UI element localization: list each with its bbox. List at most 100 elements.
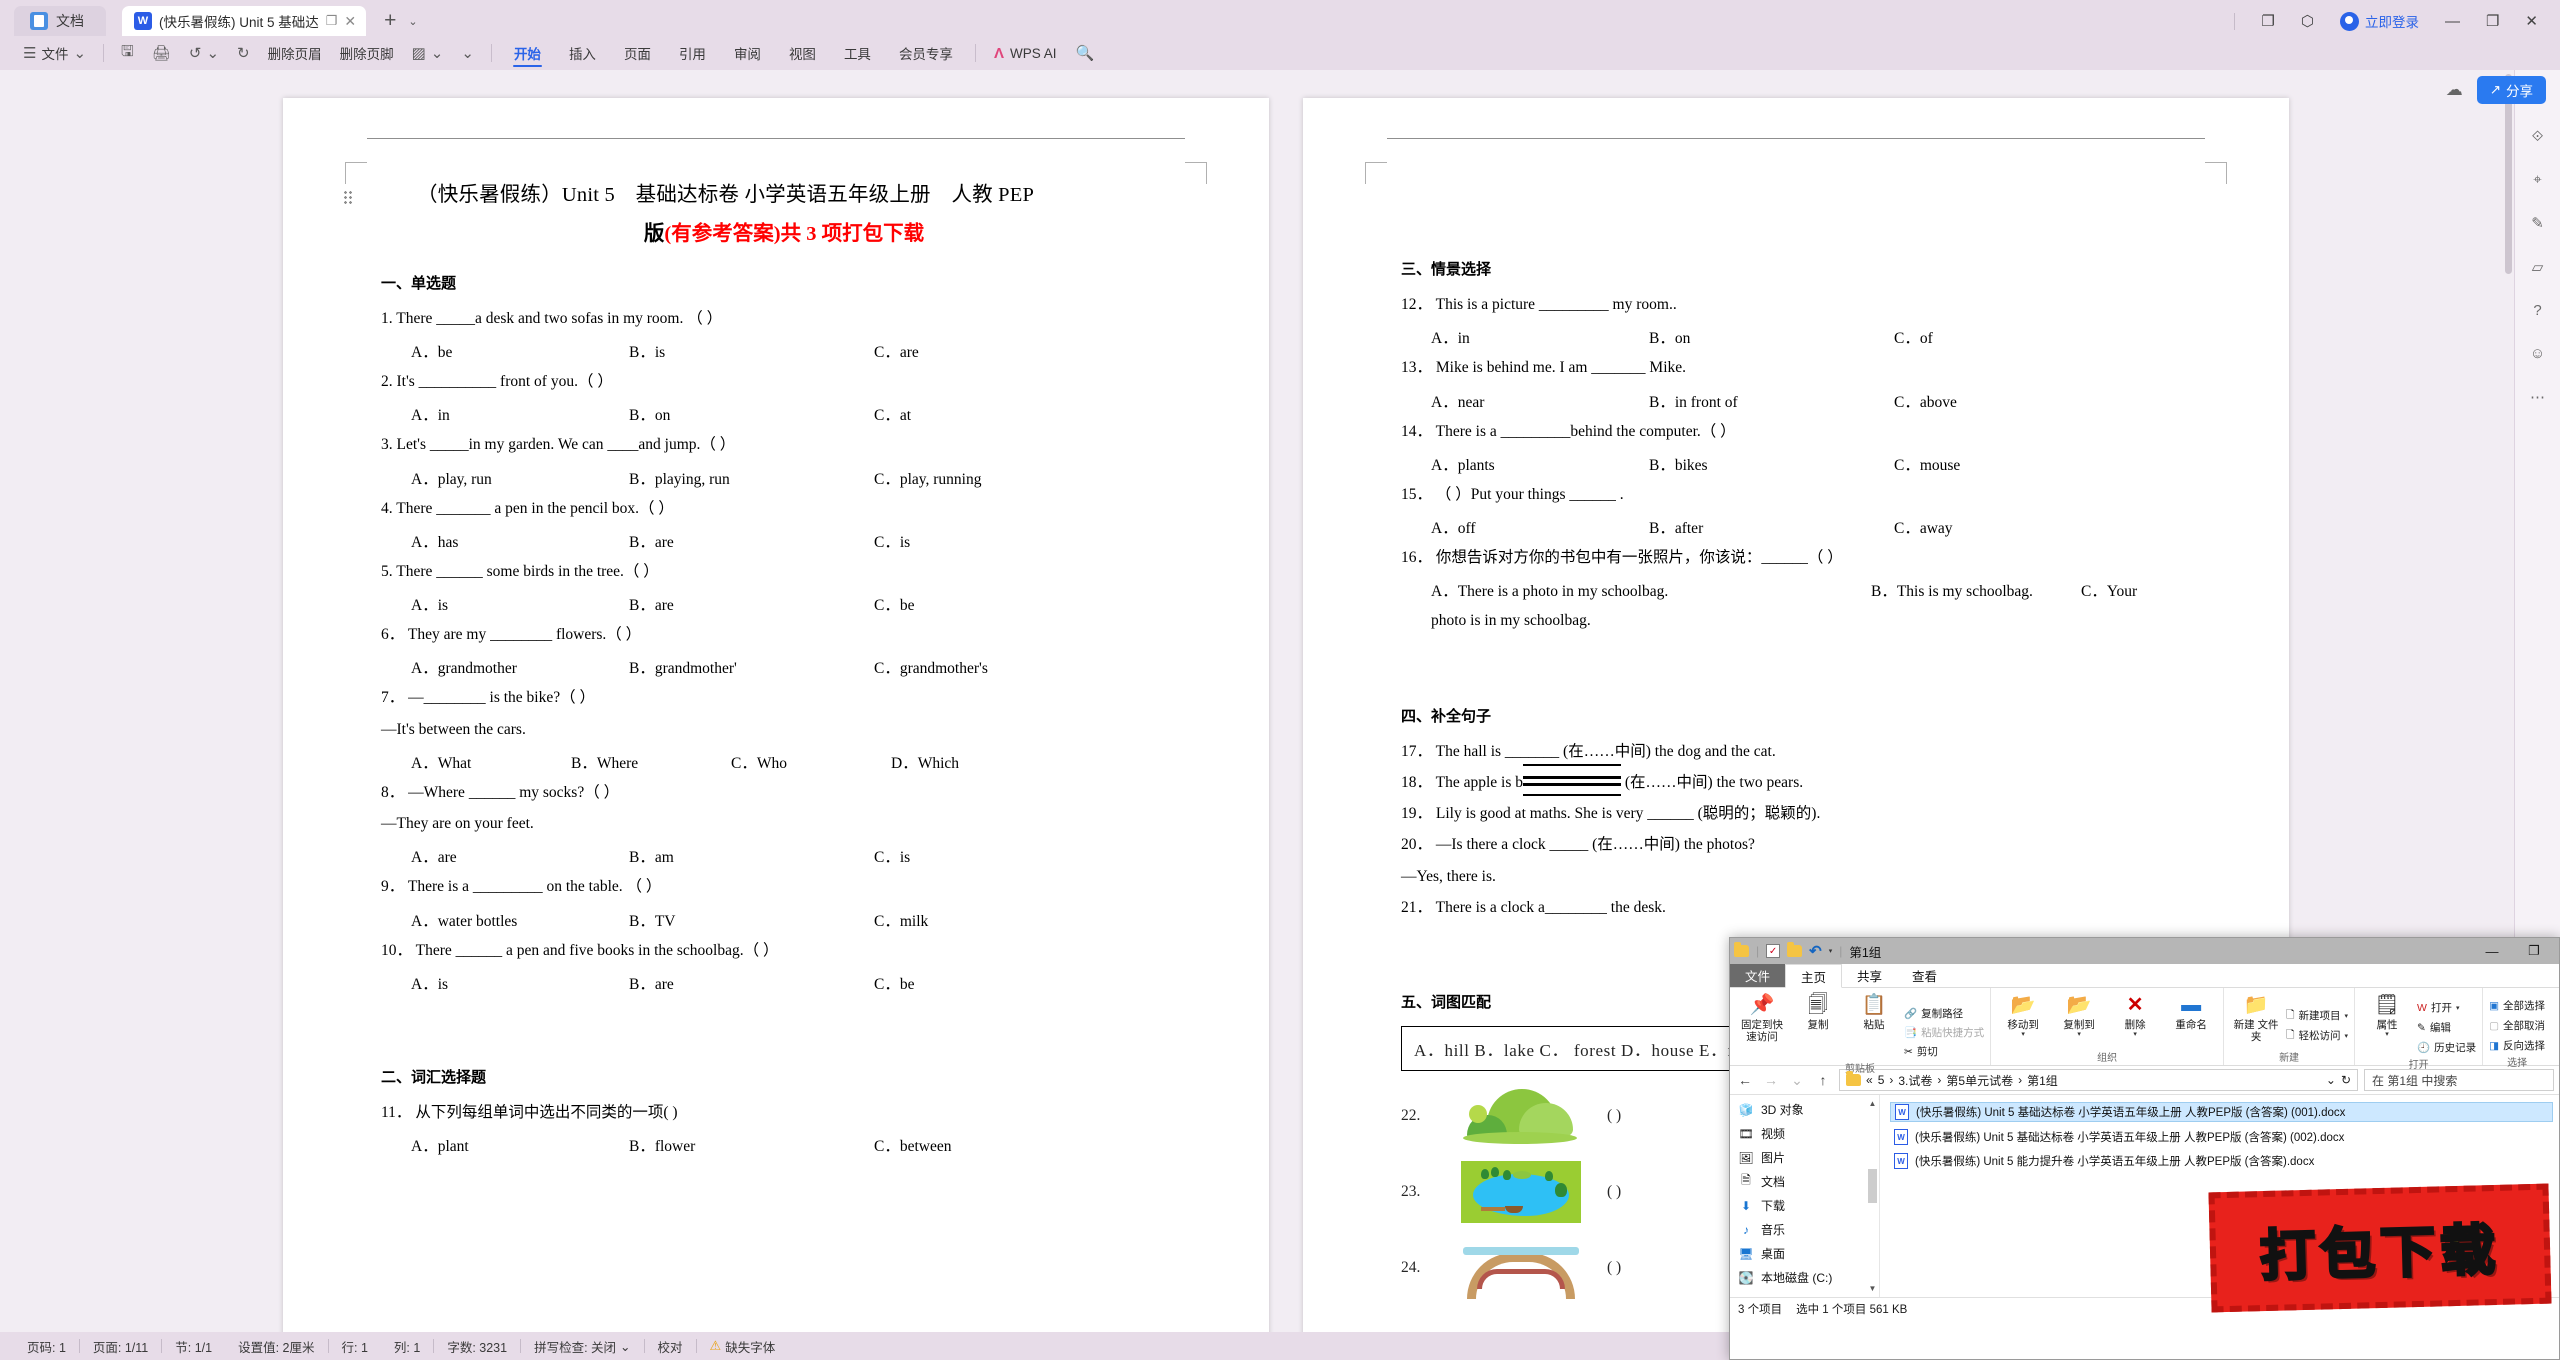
window-layout-icon[interactable]: ❐ <box>2261 12 2274 30</box>
file-list-item[interactable]: W (快乐暑假练) Unit 5 能力提升卷 小学英语五年级上册 人教PEP版 (… <box>1890 1152 2553 1170</box>
scrollbar-thumb[interactable] <box>1868 1169 1877 1203</box>
close-button[interactable]: ✕ <box>2525 12 2538 30</box>
cube-icon[interactable]: ⬡ <box>2301 12 2314 30</box>
nav-item-desktop[interactable]: 🖥 桌面 <box>1738 1245 1879 1262</box>
tab-view[interactable]: 视图 <box>775 38 830 68</box>
select-icon[interactable]: ⌖ <box>2533 171 2541 188</box>
undo-button[interactable]: ↺ ⌄ <box>180 40 228 66</box>
chevron-down-icon[interactable]: ⌄ <box>431 44 444 62</box>
properties-check-icon[interactable]: ✓ <box>1766 944 1781 958</box>
document-tab[interactable]: W (快乐暑假练) Unit 5 基础达 ❐ ✕ <box>122 6 367 36</box>
status-row[interactable]: 行: 1 <box>329 1337 381 1356</box>
chevron-down-icon[interactable]: ▾ <box>2345 1032 2349 1040</box>
rename-button[interactable]: ▬ 重命名 <box>2165 991 2217 1032</box>
search-input[interactable]: 在 第1组 中搜索 <box>2364 1069 2554 1091</box>
chevron-down-icon[interactable]: ▾ <box>2021 1031 2025 1039</box>
tab-reference[interactable]: 引用 <box>665 38 720 68</box>
save-button[interactable]: 🖫 <box>112 40 143 66</box>
paste-shortcut-button[interactable]: 📑 粘贴快捷方式 <box>1904 1024 1984 1041</box>
print-button[interactable]: 🖨 <box>143 40 180 66</box>
status-section[interactable]: 节: 1/1 <box>162 1337 225 1356</box>
share-button[interactable]: ↗ 分享 <box>2476 76 2546 104</box>
tab-close-icon[interactable]: ✕ <box>344 13 356 30</box>
explorer-tab-share[interactable]: 共享 <box>1842 964 1897 987</box>
status-spellcheck[interactable]: 拼写检查: 关闭 ⌄ <box>521 1337 643 1356</box>
edit-button[interactable]: ✎ 编辑 <box>2417 1019 2476 1036</box>
explorer-restore-button[interactable]: ❐ <box>2513 938 2555 964</box>
shape-icon[interactable]: ▱ <box>2532 258 2544 276</box>
remove-header-button[interactable]: 删除页眉 <box>259 40 331 66</box>
nav-item-videos[interactable]: 🎞 视频 <box>1738 1125 1879 1142</box>
tab-page[interactable]: 页面 <box>610 38 665 68</box>
pin-to-quick-access-button[interactable]: 📌 固定到快 速访问 <box>1736 991 1788 1044</box>
explorer-tab-home[interactable]: 主页 <box>1785 964 1843 988</box>
delete-button[interactable]: ✕ 删除 ▾ <box>2109 991 2161 1039</box>
chevron-down-icon[interactable]: ⌄ <box>620 1339 630 1354</box>
status-word-count[interactable]: 字数: 3231 <box>434 1337 520 1356</box>
invert-selection-button[interactable]: ◨ 反向选择 <box>2489 1037 2545 1054</box>
tab-restore-icon[interactable]: ❐ <box>326 13 338 29</box>
chevron-down-icon[interactable]: ⌄ <box>408 15 417 28</box>
minimize-button[interactable]: — <box>2445 13 2460 30</box>
status-setting-value[interactable]: 设置值: 2厘米 <box>225 1337 327 1356</box>
scrollbar-thumb[interactable] <box>2505 74 2512 274</box>
nav-item-downloads[interactable]: ⬇ 下载 <box>1738 1197 1879 1214</box>
chevron-down-icon[interactable]: ▾ <box>2077 1031 2081 1039</box>
document-page-left[interactable]: （快乐暑假练）Unit 5 基础达标卷 小学英语五年级上册 人教 PEP 版(有… <box>283 98 1269 1332</box>
pen-icon[interactable]: ✎ <box>2531 214 2544 232</box>
file-list-item[interactable]: W (快乐暑假练) Unit 5 基础达标卷 小学英语五年级上册 人教PEP版 (… <box>1890 1102 2553 1122</box>
chevron-down-icon[interactable]: ▾ <box>2385 1031 2389 1039</box>
properties-button[interactable]: 🗒 属性 ▾ <box>2361 991 2413 1039</box>
chevron-down-icon[interactable]: ▾ <box>2456 1004 2460 1012</box>
easy-access-button[interactable]: 🗋 轻松访问 ▾ <box>2286 1027 2348 1044</box>
nav-item-documents[interactable]: 🗎 文档 <box>1738 1173 1879 1190</box>
select-none-button[interactable]: ▢ 全部取消 <box>2489 1017 2545 1034</box>
undo-icon[interactable]: ↶ <box>1809 942 1822 960</box>
cloud-upload-icon[interactable]: ☁ <box>2446 80 2463 100</box>
help-icon[interactable]: ? <box>2533 302 2541 319</box>
history-button[interactable]: 🕘 历史记录 <box>2417 1039 2476 1056</box>
nav-item-music[interactable]: ♪ 音乐 <box>1738 1221 1879 1238</box>
tab-tools[interactable]: 工具 <box>830 38 885 68</box>
tab-insert[interactable]: 插入 <box>555 38 610 68</box>
chevron-down-icon[interactable]: ▾ <box>2133 1031 2137 1039</box>
app-tab-documents[interactable]: 文档 <box>14 6 106 36</box>
redo-button[interactable]: ↻ <box>228 40 259 66</box>
move-to-button[interactable]: 📂 移动到 ▾ <box>1997 991 2049 1039</box>
breadcrumb-dropdown-icon[interactable]: ⌄ <box>2326 1073 2336 1087</box>
refresh-icon[interactable]: ↻ <box>2341 1073 2351 1087</box>
scroll-down-icon[interactable]: ▼ <box>1868 1284 1877 1293</box>
new-folder-button[interactable]: 📁 新建 文件夹 <box>2230 991 2282 1044</box>
explorer-navigation-pane[interactable]: 🧊 3D 对象 🎞 视频 🖼 图片 🗎 文档 ⬇ 下载 ♪ 音乐 🖥 桌面 💽 本地磁盘 (C:… <box>1730 1095 1880 1297</box>
login-button[interactable]: 立即登录 <box>2339 11 2419 31</box>
paragraph-drag-handle-icon[interactable] <box>343 190 354 205</box>
new-item-button[interactable]: 🗋 新建项目 ▾ <box>2286 1007 2348 1024</box>
explorer-tab-view[interactable]: 查看 <box>1897 964 1952 987</box>
feedback-icon[interactable]: ☺ <box>2530 345 2545 362</box>
status-page-of[interactable]: 页面: 1/11 <box>80 1337 161 1356</box>
new-tab-area[interactable]: + ⌄ <box>384 6 417 36</box>
breadcrumb-item-4[interactable]: 第1组 <box>2027 1072 2058 1089</box>
chevron-down-icon[interactable]: ▾ <box>1829 947 1833 955</box>
pointer-icon[interactable]: ⟐ <box>2532 128 2544 145</box>
tab-review[interactable]: 审阅 <box>720 38 775 68</box>
new-tab-plus-icon[interactable]: + <box>384 9 396 33</box>
status-column[interactable]: 列: 1 <box>381 1337 433 1356</box>
tab-member[interactable]: 会员专享 <box>885 38 967 68</box>
chevron-down-icon[interactable]: ▾ <box>2345 1012 2349 1020</box>
file-list-item[interactable]: W (快乐暑假练) Unit 5 基础达标卷 小学英语五年级上册 人教PEP版 (… <box>1890 1128 2553 1146</box>
status-missing-font[interactable]: ⚠ 缺失字体 <box>697 1337 789 1356</box>
explorer-tab-file[interactable]: 文件 <box>1730 964 1786 987</box>
status-proofread[interactable]: 校对 <box>645 1337 696 1356</box>
nav-item-3d-objects[interactable]: 🧊 3D 对象 <box>1738 1101 1879 1118</box>
restore-button[interactable]: ❐ <box>2486 12 2499 30</box>
tab-start[interactable]: 开始 <box>500 38 555 68</box>
remove-footer-button[interactable]: 删除页脚 <box>331 40 403 66</box>
copy-to-button[interactable]: 📂 复制到 ▾ <box>2053 991 2105 1039</box>
copy-button[interactable]: 🗐 复制 <box>1792 991 1844 1032</box>
select-all-button[interactable]: ▣ 全部选择 <box>2489 997 2545 1014</box>
copy-path-button[interactable]: 🔗 复制路径 <box>1904 1005 1984 1022</box>
navigation-scrollbar[interactable]: ▲ ▼ <box>1868 1099 1877 1293</box>
cut-button[interactable]: ✂ 剪切 <box>1904 1043 1984 1060</box>
explorer-minimize-button[interactable]: — <box>2471 938 2513 964</box>
